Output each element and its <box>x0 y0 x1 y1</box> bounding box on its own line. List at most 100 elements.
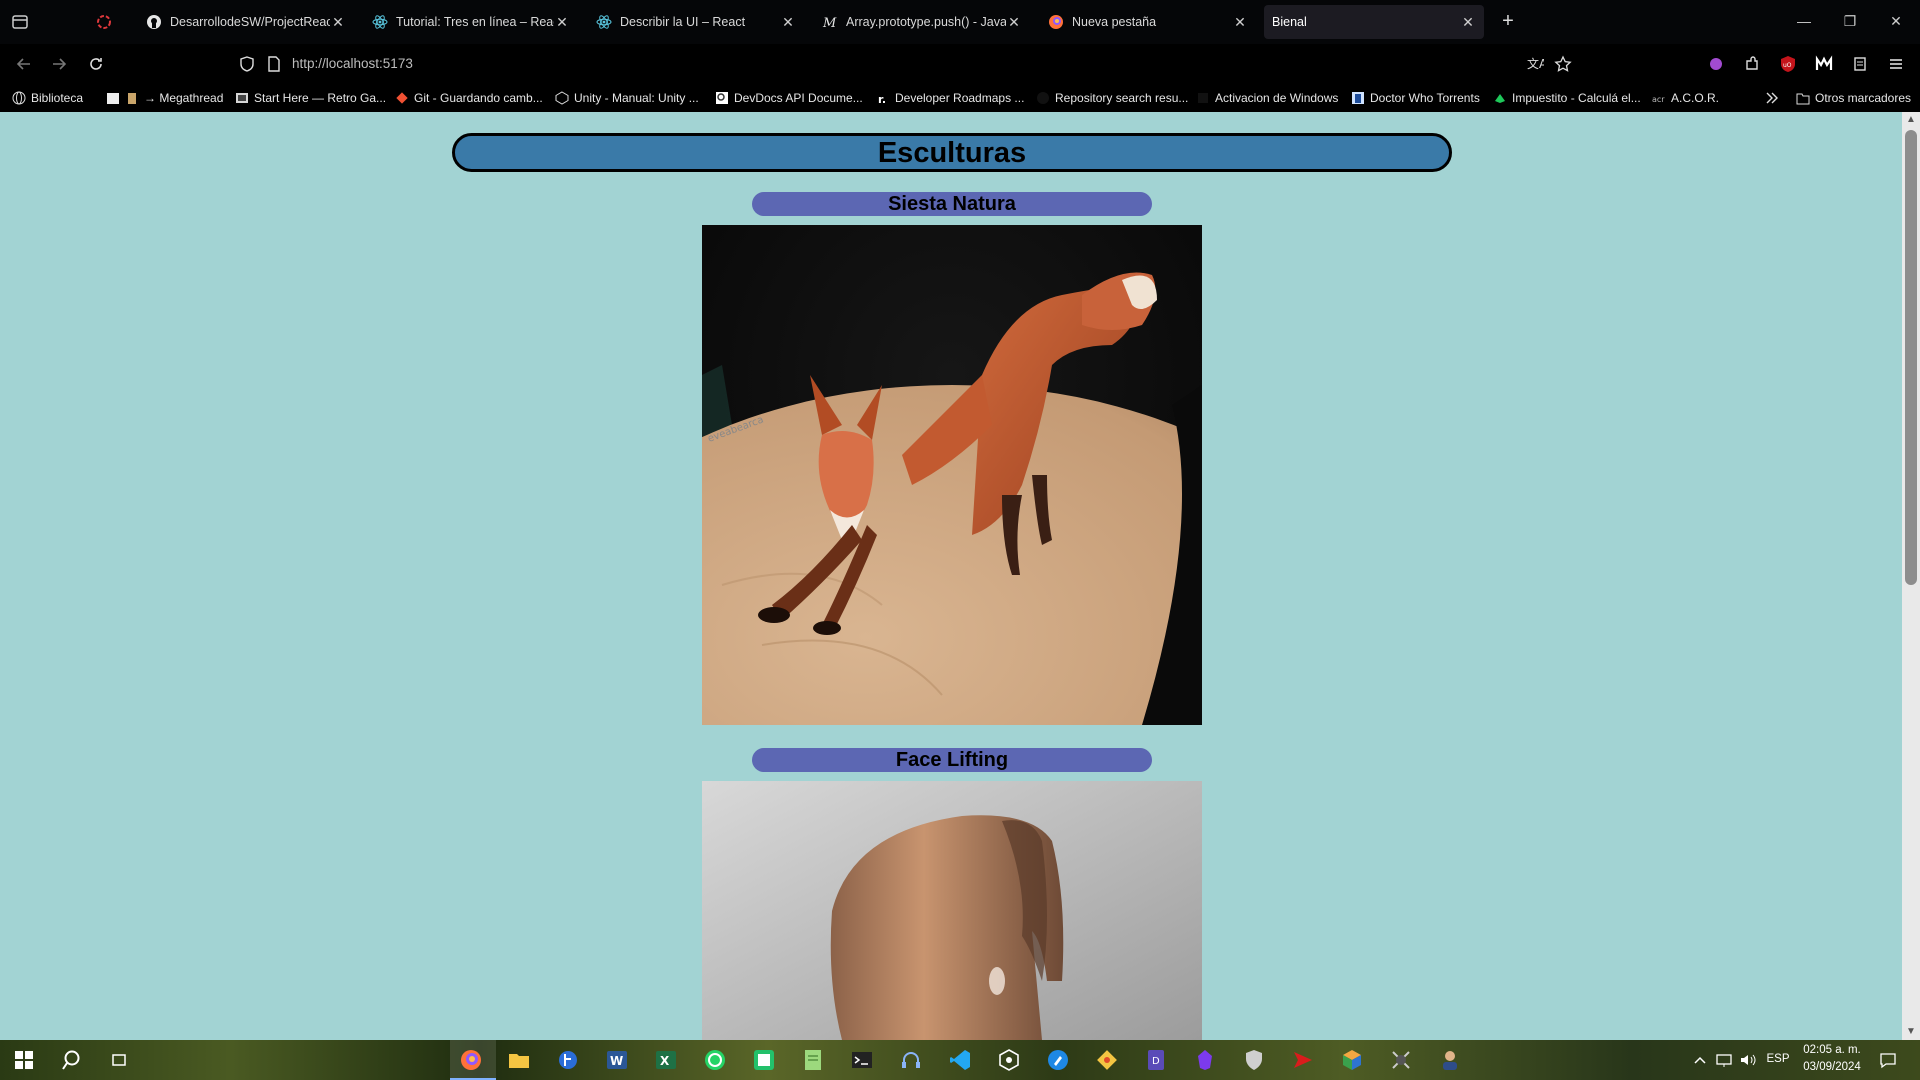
back-icon[interactable] <box>12 52 36 76</box>
ublock-icon[interactable]: uO <box>1776 52 1800 76</box>
unity-hub-icon[interactable] <box>997 1048 1021 1072</box>
windows-start-icon[interactable] <box>12 1048 36 1072</box>
language-indicator[interactable]: ESP <box>1764 1053 1792 1065</box>
tab-mdn[interactable]: M Array.prototype.push() - JavaSc ✕ <box>814 5 1030 39</box>
extensions-icon[interactable] <box>1740 52 1764 76</box>
github-icon <box>1036 91 1050 105</box>
svg-text:X: X <box>660 1054 670 1068</box>
tab-list-icon[interactable] <box>8 10 32 34</box>
clock-time[interactable]: 02:05 a. m. <box>1796 1044 1868 1056</box>
show-hidden-icons[interactable] <box>1688 1048 1712 1072</box>
gitkraken-icon[interactable] <box>1095 1048 1119 1072</box>
reader-icon[interactable] <box>1848 52 1872 76</box>
github-icon <box>146 14 162 30</box>
network-icon[interactable] <box>1712 1048 1736 1072</box>
extension-purple-icon[interactable] <box>1704 52 1728 76</box>
tab-nueva[interactable]: Nueva pestaña ✕ <box>1040 5 1256 39</box>
impuestito-icon <box>1493 91 1507 105</box>
page-info-icon[interactable] <box>266 55 282 78</box>
shield-app-icon[interactable] <box>1242 1048 1266 1072</box>
bookmark-impuestito[interactable]: Impuestito - Calculá el... <box>1493 89 1641 107</box>
close-tab-icon[interactable]: ✕ <box>330 14 346 30</box>
task-view-icon[interactable] <box>107 1048 131 1072</box>
user-app-icon[interactable] <box>1438 1048 1462 1072</box>
menu-icon[interactable] <box>1884 52 1908 76</box>
bookmark-acor[interactable]: acr A.C.O.R. <box>1652 89 1719 107</box>
notification-icon[interactable] <box>1876 1048 1900 1072</box>
reload-icon[interactable] <box>84 52 108 76</box>
notes-icon[interactable] <box>801 1048 825 1072</box>
close-tab-icon[interactable]: ✕ <box>780 14 796 30</box>
restore-icon[interactable]: ❐ <box>1828 6 1872 36</box>
vscode-icon[interactable] <box>948 1048 972 1072</box>
git-client-icon[interactable] <box>556 1048 580 1072</box>
close-window-icon[interactable]: ✕ <box>1874 6 1918 36</box>
bookmark-git[interactable]: Git - Guardando camb... <box>395 89 543 107</box>
bookmark-label: Biblioteca <box>31 91 84 105</box>
page-icon <box>125 91 139 105</box>
tab-describir[interactable]: Describir la UI – React ✕ <box>588 5 804 39</box>
bookmark-unity[interactable]: Unity - Manual: Unity ... <box>555 89 699 107</box>
pinned-tab-icon[interactable] <box>92 10 116 34</box>
bookmark-doctor-who[interactable]: Doctor Who Torrents <box>1351 89 1480 107</box>
bookmark-activacion[interactable]: Activacion de Windows <box>1196 89 1338 107</box>
tab-bienal[interactable]: Bienal ✕ <box>1264 5 1484 39</box>
tab-github[interactable]: DesarrollodeSW/ProjectReact/B ✕ <box>138 5 354 39</box>
arrow-app-icon[interactable] <box>1291 1048 1315 1072</box>
folder-icon <box>106 91 120 105</box>
new-tab-button[interactable]: + <box>1496 10 1520 34</box>
terminal-icon[interactable] <box>850 1048 874 1072</box>
search-icon[interactable] <box>60 1048 84 1072</box>
calendar-app-icon[interactable] <box>752 1048 776 1072</box>
malwarebytes-icon[interactable] <box>1812 52 1836 76</box>
tab-tutorial[interactable]: Tutorial: Tres en línea – React ✕ <box>364 5 578 39</box>
tab-title: DesarrollodeSW/ProjectReact/B <box>170 15 330 29</box>
obsidian-icon[interactable] <box>1193 1048 1217 1072</box>
minimize-icon[interactable]: — <box>1782 6 1826 36</box>
volume-icon[interactable] <box>1736 1048 1760 1072</box>
tracking-shield-icon[interactable] <box>238 55 256 78</box>
close-tab-icon[interactable]: ✕ <box>554 14 570 30</box>
svg-text:acr: acr <box>1652 95 1665 104</box>
bookmarks-toolbar: Biblioteca → Megathread Start Here — Ret… <box>0 84 1920 112</box>
bookmark-otros[interactable]: Otros marcadores <box>1796 89 1911 107</box>
bookmark-star-icon[interactable] <box>1554 55 1572 78</box>
bookmark-label: Doctor Who Torrents <box>1370 91 1480 105</box>
bookmark-biblioteca[interactable]: Biblioteca <box>12 89 83 107</box>
forward-icon[interactable] <box>47 52 71 76</box>
tab-title: Bienal <box>1272 15 1307 29</box>
globe-icon <box>12 91 26 105</box>
bookmark-repo-search[interactable]: Repository search resu... <box>1036 89 1188 107</box>
page-scrollbar[interactable]: ▲ ▼ <box>1902 112 1920 1040</box>
document-app-icon[interactable]: D <box>1144 1048 1168 1072</box>
file-explorer-icon[interactable] <box>507 1048 531 1072</box>
scrollbar-thumb[interactable] <box>1905 130 1917 585</box>
cube-app-icon[interactable] <box>1340 1048 1364 1072</box>
more-bookmarks-icon[interactable] <box>1764 89 1780 107</box>
url-bar[interactable]: http://localhost:5173 文A <box>230 49 1580 79</box>
headset-app-icon[interactable] <box>899 1048 923 1072</box>
clock-date[interactable]: 03/09/2024 <box>1796 1061 1868 1073</box>
excel-icon[interactable]: X <box>654 1048 678 1072</box>
bookmark-devdocs[interactable]: DevDocs API Docume... <box>715 89 863 107</box>
game-app-icon[interactable] <box>1389 1048 1413 1072</box>
translate-icon[interactable]: 文A <box>1526 55 1548 78</box>
firefox-taskbar-icon[interactable] <box>459 1048 483 1072</box>
bookmark-retro[interactable]: Start Here — Retro Ga... <box>235 89 386 107</box>
scroll-up-icon[interactable]: ▲ <box>1902 112 1920 128</box>
whatsapp-icon[interactable] <box>703 1048 727 1072</box>
abstract-sculpture-image <box>702 781 1202 1040</box>
react-icon <box>596 14 612 30</box>
tab-title: Nueva pestaña <box>1072 15 1157 29</box>
bookmark-roadmaps[interactable]: r. Developer Roadmaps ... <box>876 89 1024 107</box>
close-tab-icon[interactable]: ✕ <box>1006 14 1022 30</box>
url-text[interactable]: http://localhost:5173 <box>292 56 413 71</box>
close-tab-icon[interactable]: ✕ <box>1232 14 1248 30</box>
page-icon <box>235 91 249 105</box>
close-tab-icon[interactable]: ✕ <box>1460 14 1476 30</box>
scroll-down-icon[interactable]: ▼ <box>1902 1024 1920 1040</box>
word-icon[interactable]: W <box>605 1048 629 1072</box>
pencil-app-icon[interactable] <box>1046 1048 1070 1072</box>
bookmark-megathread[interactable]: → Megathread <box>106 89 223 107</box>
tardis-icon <box>1351 91 1365 105</box>
